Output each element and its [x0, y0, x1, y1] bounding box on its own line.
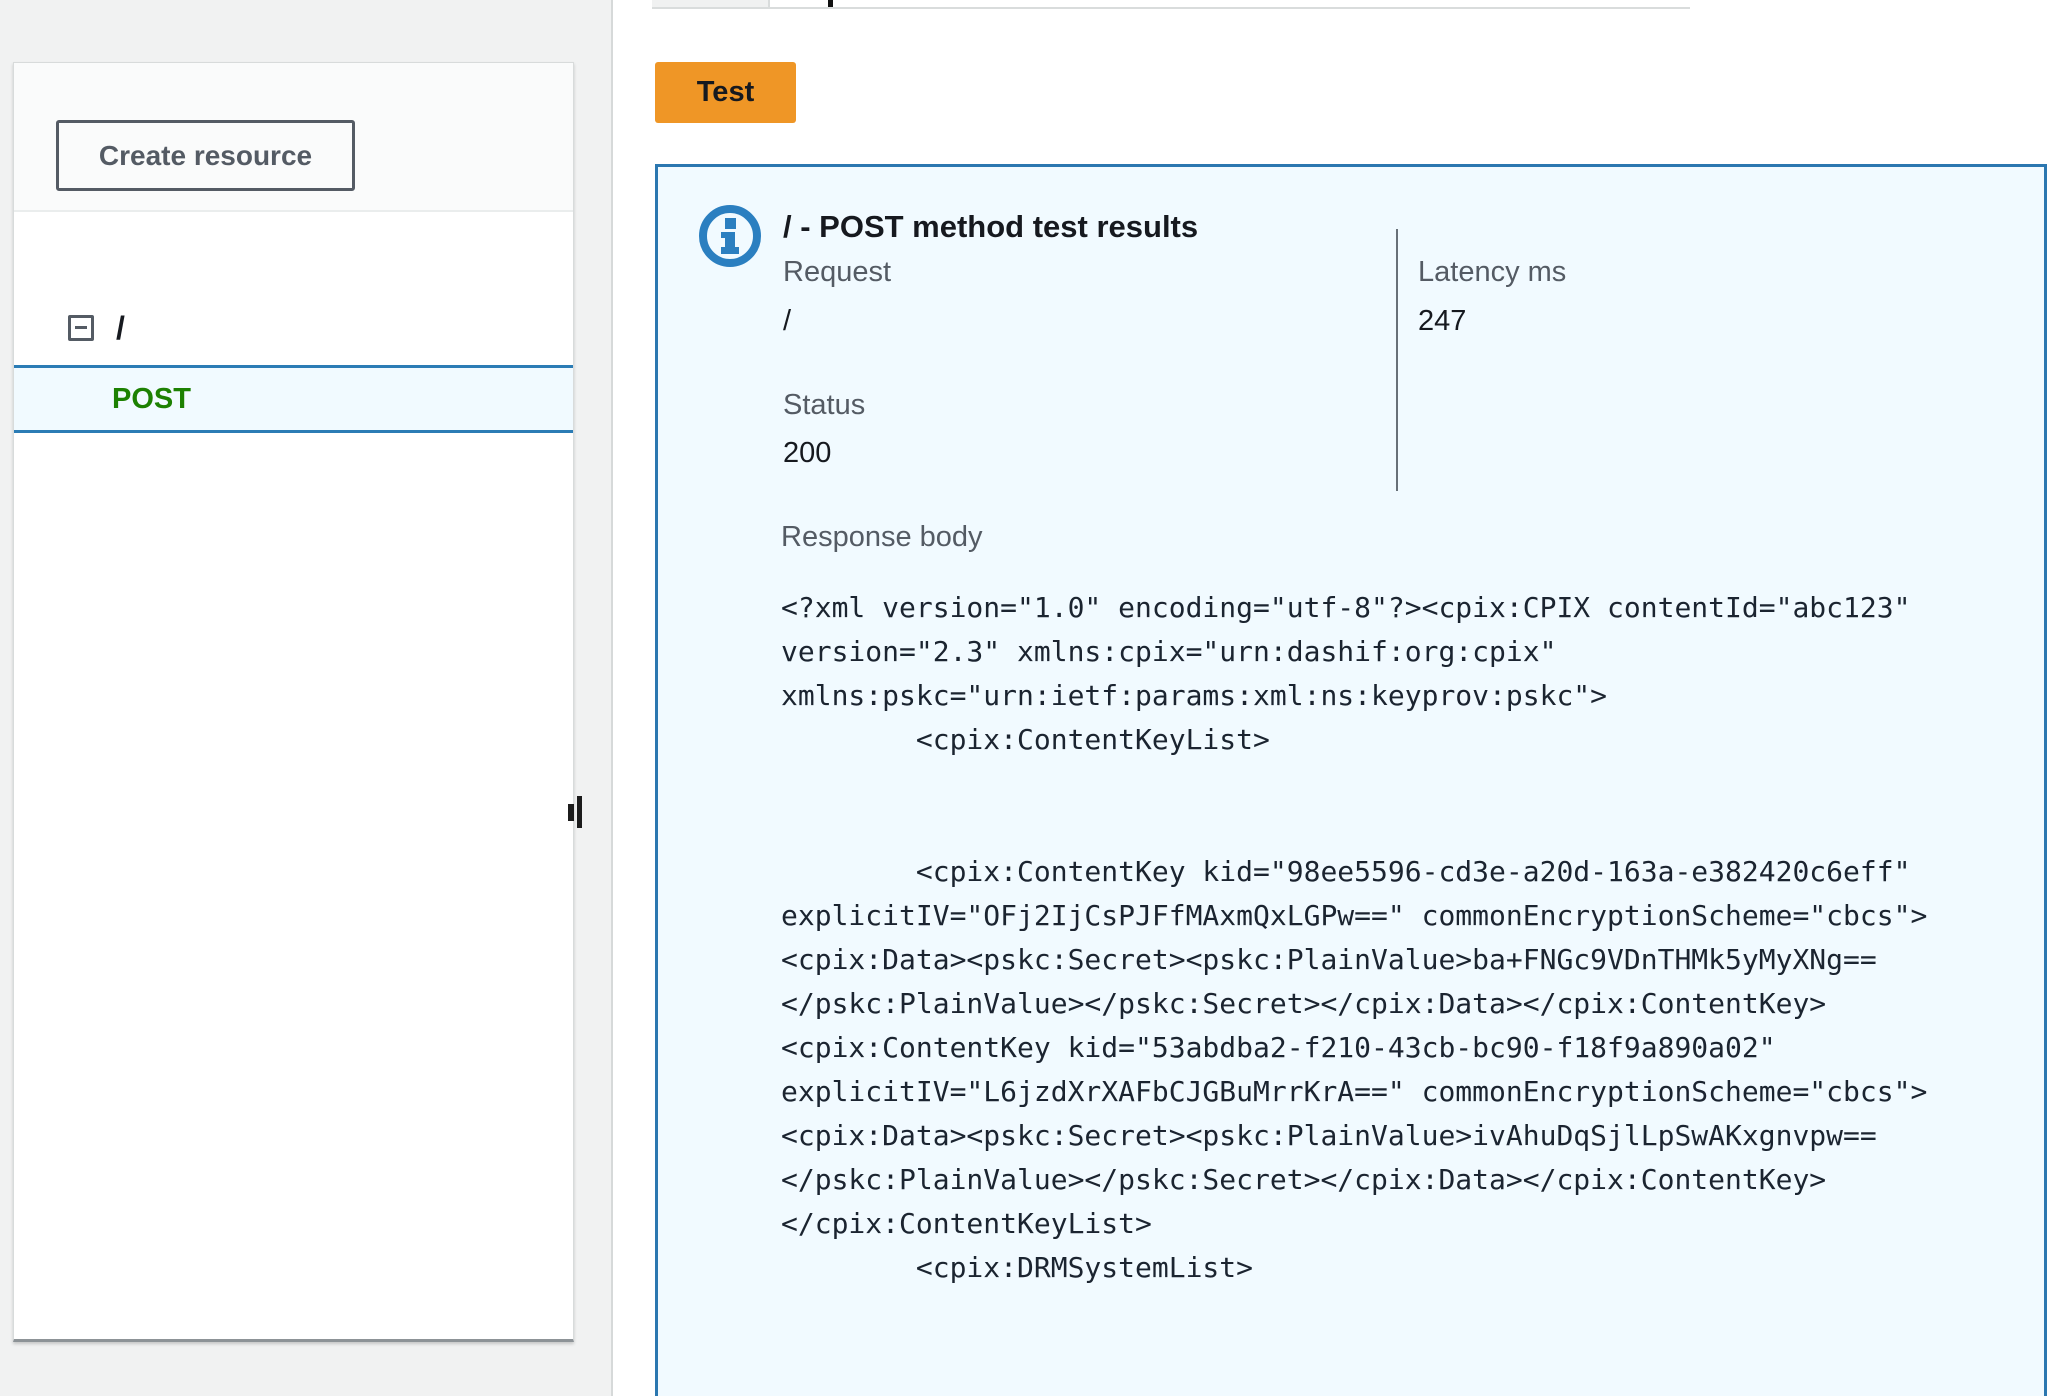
- resource-tree-root-row[interactable]: /: [14, 291, 573, 365]
- request-label: Request: [783, 256, 892, 288]
- api-gateway-test-page: Create resource / POST Test / - POST met…: [0, 0, 2054, 1396]
- resource-root-label: /: [116, 309, 125, 346]
- test-results-box: / - POST method test results Request / S…: [655, 164, 2047, 1396]
- request-value: /: [783, 305, 792, 337]
- collapse-minus-icon[interactable]: [68, 315, 94, 341]
- status-label: Status: [783, 389, 866, 421]
- resources-panel: Create resource / POST: [13, 62, 582, 1342]
- method-post-label: POST: [112, 382, 191, 415]
- latency-label: Latency ms: [1418, 256, 1567, 288]
- test-button[interactable]: Test: [655, 62, 796, 123]
- response-body-content: <?xml version="1.0" encoding="utf-8"?><c…: [781, 591, 1928, 1284]
- response-body-label: Response body: [781, 521, 983, 553]
- method-row-post[interactable]: POST: [14, 365, 573, 433]
- create-resource-button[interactable]: Create resource: [56, 120, 355, 191]
- panel-resize-handle-icon[interactable]: [554, 793, 584, 833]
- request-input-partial[interactable]: [652, 0, 1690, 9]
- results-column-divider: [1396, 229, 1398, 491]
- info-icon: [698, 204, 762, 268]
- latency-value: 247: [1418, 305, 1467, 337]
- status-value: 200: [783, 437, 832, 469]
- text-cursor-icon: [828, 0, 833, 7]
- request-input-addon: [652, 0, 770, 7]
- results-title: / - POST method test results: [783, 209, 1199, 244]
